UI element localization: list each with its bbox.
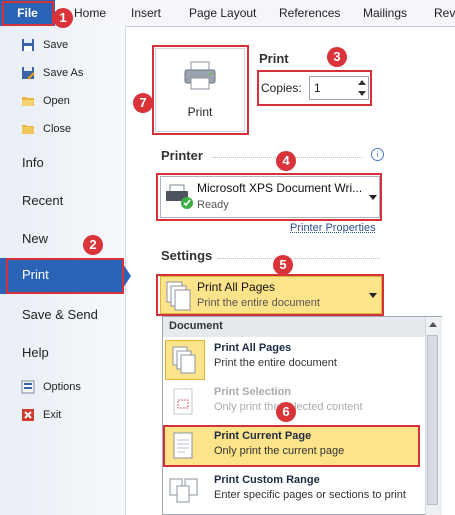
menu-options-label: Options (43, 381, 81, 393)
callout-box-print-button (152, 45, 249, 135)
callout-box-file (2, 1, 54, 26)
item-sub: Print the entire document (214, 357, 337, 369)
printer-heading: Printer (161, 148, 203, 163)
tab-review[interactable]: Revi (434, 0, 455, 26)
scroll-up-arrow[interactable] (429, 322, 437, 327)
exit-icon (22, 409, 34, 421)
menu-save-as-label: Save As (43, 67, 84, 79)
tab-references[interactable]: References (279, 0, 340, 26)
print-heading: Print (259, 51, 289, 66)
callout-box-printer (156, 173, 382, 221)
settings-heading: Settings (161, 248, 213, 263)
menu-recent[interactable]: Recent (22, 191, 63, 211)
menu-close-label: Close (43, 123, 72, 135)
pages-icon (172, 346, 196, 374)
item-title: Print All Pages (214, 342, 292, 354)
callout-badge: 3 (327, 47, 347, 67)
callout-badge: 6 (276, 402, 296, 422)
printer-properties-link[interactable]: Printer Properties (290, 222, 376, 234)
tab-mailings[interactable]: Mailings (363, 0, 407, 26)
callout-badge: 2 (83, 235, 103, 255)
callout-badge: 7 (133, 93, 153, 113)
callout-box-copies (257, 70, 372, 106)
list-header-label: Document (169, 320, 223, 332)
callout-box-current-page (163, 425, 420, 467)
tab-insert[interactable]: Insert (131, 0, 161, 26)
item-title: Print Custom Range (214, 474, 320, 486)
selection-page-icon (173, 388, 193, 415)
open-folder-icon (22, 97, 34, 106)
options-icon (21, 380, 35, 394)
pages-icon-highlight (165, 340, 205, 380)
scroll-thumb[interactable] (427, 335, 438, 505)
callout-box-print-menu (6, 258, 124, 294)
list-item-print-all-pages[interactable]: Print All Pages Print the entire documen… (163, 338, 424, 380)
menu-new[interactable]: New (22, 229, 48, 249)
save-icon (22, 39, 34, 51)
item-title: Print Selection (214, 386, 292, 398)
menu-exit-label: Exit (43, 409, 62, 421)
menu-save-label: Save (43, 39, 69, 51)
menu-open-label: Open (43, 95, 70, 107)
item-sub: Enter specific pages or sections to prin… (214, 489, 406, 501)
settings-divider (218, 258, 380, 259)
close-folder-icon (22, 125, 34, 134)
menu-help[interactable]: Help (22, 343, 49, 363)
tab-home[interactable]: Home (74, 0, 106, 26)
list-item-print-custom-range[interactable]: Print Custom Range Enter specific pages … (163, 470, 424, 512)
tab-page-layout[interactable]: Page Layout (189, 0, 256, 26)
menu-save-send[interactable]: Save & Send (22, 305, 98, 325)
custom-range-icon (169, 478, 198, 503)
callout-box-settings (156, 274, 384, 316)
callout-badge: 1 (53, 8, 73, 28)
save-as-icon (22, 67, 35, 80)
info-icon[interactable]: i (371, 148, 384, 161)
callout-badge: 5 (273, 255, 293, 275)
callout-badge: 4 (276, 151, 296, 171)
menu-print-pointer (123, 264, 131, 288)
menu-info[interactable]: Info (22, 153, 44, 173)
